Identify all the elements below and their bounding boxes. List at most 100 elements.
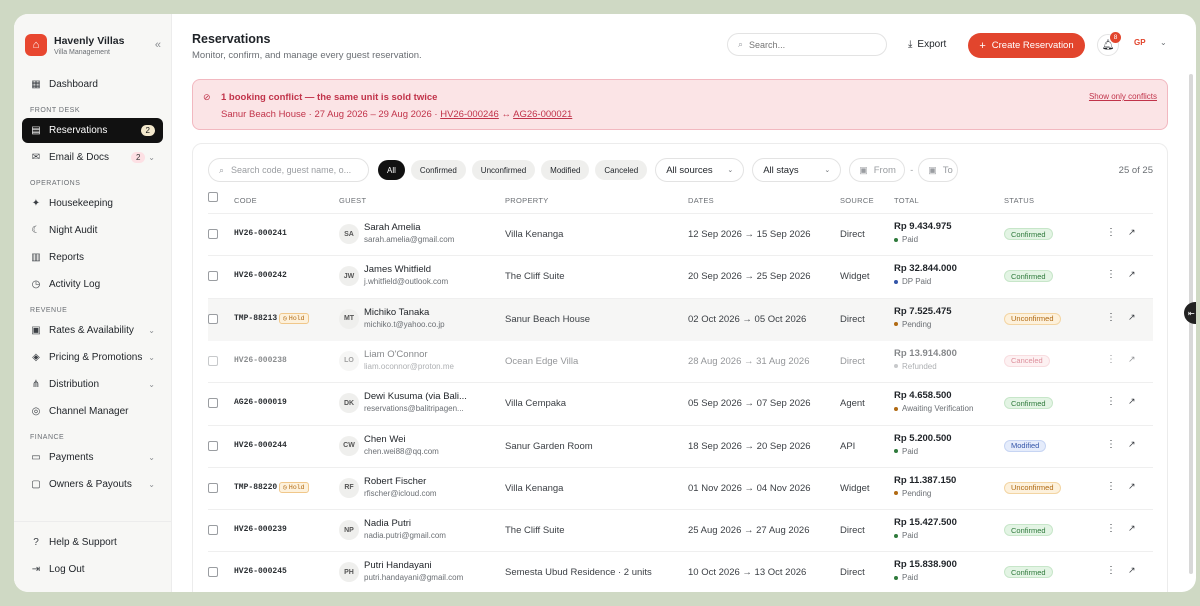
table-row[interactable]: TMP-88220 ◷ Hold RF Robert Fischer rfischer@i… [208,466,1153,509]
sidebar-item-help[interactable]: ? Help & Support [22,530,163,555]
reservation-code[interactable]: TMP-88220 [234,483,277,492]
more-actions-icon[interactable]: ⋮ [1106,312,1116,323]
more-actions-icon[interactable]: ⋮ [1106,565,1116,576]
open-external-icon[interactable]: ↗ [1128,227,1136,238]
open-external-icon[interactable]: ↗ [1128,439,1136,450]
stays-dropdown[interactable]: All stays ⌄ [752,158,842,182]
reservation-code[interactable]: HV26-000241 [234,229,287,238]
side-panel-toggle-icon[interactable]: ⇤ [1184,302,1196,324]
create-reservation-button[interactable]: + Create Reservation [968,33,1085,58]
row-checkbox[interactable] [208,313,218,324]
page-scrollbar[interactable] [1189,74,1193,574]
row-checkbox[interactable] [208,229,218,239]
table-row[interactable]: HV26-000242 JW James Whitfield j.whitfield@… [208,255,1153,297]
table-row[interactable]: HV26-000245 PH Putri Handayani putri.handay… [208,551,1153,592]
collapse-sidebar-icon[interactable]: « [155,39,161,51]
open-external-icon[interactable]: ↗ [1128,481,1136,492]
more-actions-icon[interactable]: ⋮ [1106,523,1116,534]
open-external-icon[interactable]: ↗ [1128,354,1136,365]
filter-chip-unconfirmed[interactable]: Unconfirmed [471,160,536,180]
row-checkbox[interactable] [208,271,218,282]
column-header-dates[interactable]: DATES [688,196,714,205]
row-checkbox[interactable] [208,482,218,493]
sidebar-item-night-audit[interactable]: ☾ Night Audit [22,218,163,243]
reservation-code[interactable]: AG26-000019 [234,398,287,407]
reservation-code[interactable]: HV26-000242 [234,271,287,280]
user-avatar[interactable]: GP [1134,38,1146,47]
more-actions-icon[interactable]: ⋮ [1106,354,1116,365]
row-checkbox[interactable] [208,355,218,366]
filter-chip-canceled[interactable]: Canceled [595,160,648,180]
table-row[interactable]: HV26-000239 NP Nadia Putri nadia.putri@gmai… [208,509,1153,551]
table-row[interactable]: HV26-000244 CW Chen Wei chen.wei88@qq.com Sa… [208,424,1153,467]
open-external-icon[interactable]: ↗ [1128,312,1136,323]
column-header-property[interactable]: PROPERTY [505,196,549,205]
conflict-code-link[interactable]: AG26-000021 [513,109,572,120]
more-actions-icon[interactable]: ⋮ [1106,396,1116,407]
more-actions-icon[interactable]: ⋮ [1106,269,1116,280]
sidebar-item-owners[interactable]: ▢ Owners & Payouts ⌄ [22,472,163,497]
sidebar-item-pricing[interactable]: ◈ Pricing & Promotions ⌄ [22,345,163,370]
column-header-total[interactable]: TOTAL [894,196,919,205]
reservation-code[interactable]: HV26-000244 [234,441,287,450]
column-header-status[interactable]: STATUS [1004,196,1034,205]
sidebar-item-payments[interactable]: ▭ Payments ⌄ [22,445,163,470]
payment-dot-icon [894,279,898,284]
date-from-input[interactable]: ▣ From [849,158,906,182]
select-all-checkbox[interactable] [208,192,218,202]
sidebar-item-rates[interactable]: ▣ Rates & Availability ⌄ [22,318,163,343]
more-actions-icon[interactable]: ⋮ [1106,481,1116,492]
sidebar-item-channel-manager[interactable]: ◎ Channel Manager [22,399,163,424]
sources-dropdown[interactable]: All sources ⌄ [655,158,745,182]
filter-chip-modified[interactable]: Modified [541,160,590,180]
column-header-code[interactable]: CODE [234,196,257,205]
reservation-code[interactable]: HV26-000238 [234,356,287,365]
sidebar-item-reservations[interactable]: ▤ Reservations 2 [22,118,163,143]
column-header-source[interactable]: SOURCE [840,196,874,205]
tag-icon: ◈ [32,352,40,363]
export-button[interactable]: ⤓ Export [908,33,946,56]
sidebar-item-email-docs[interactable]: ✉ Email & Docs 2 ⌄ [22,145,163,170]
row-checkbox[interactable] [208,525,218,536]
clock-icon: ◷ [283,484,287,492]
reservation-code[interactable]: TMP-88213 [234,314,277,323]
date-to-input[interactable]: ▣ To [918,158,959,182]
status-badge: Confirmed [1004,566,1053,579]
row-checkbox[interactable] [208,398,218,409]
table-row[interactable]: AG26-000019 DK Dewi Kusuma (via Bali... res… [208,382,1153,424]
reservation-code[interactable]: HV26-000239 [234,525,287,534]
sidebar-item-label: Rates & Availability [49,325,134,336]
reservation-code[interactable]: HV26-000245 [234,567,287,576]
sidebar-item-distribution[interactable]: ⋔ Distribution ⌄ [22,372,163,397]
open-external-icon[interactable]: ↗ [1128,565,1136,576]
reservations-table-card: ⌕ Search code, guest name, o... All Confi… [192,143,1168,592]
column-header-guest[interactable]: GUEST [339,196,366,205]
row-checkbox[interactable] [208,567,218,578]
global-search-input[interactable] [749,39,870,50]
table-row[interactable]: TMP-88213 ◷ Hold MT Michiko Tanaka michiko.t@… [208,297,1153,340]
sidebar-footer: ? Help & Support ⇥ Log Out [14,521,171,584]
table-row[interactable]: HV26-000241 SA Sarah Amelia sarah.amelia@gm… [208,213,1153,255]
sidebar-item-housekeeping[interactable]: ✦ Housekeeping [22,191,163,216]
chevron-down-icon: ⌄ [148,353,155,362]
guest-name: Robert Fischer [364,475,427,487]
row-checkbox[interactable] [208,440,218,451]
filter-chip-confirmed[interactable]: Confirmed [410,160,466,180]
show-only-conflicts-link[interactable]: Show only conflicts [1089,92,1157,101]
table-row[interactable]: HV26-000238 LO Liam O'Connor liam.oconnor@p… [208,339,1153,382]
sidebar-item-reports[interactable]: ▥ Reports [22,245,163,270]
filter-chip-all[interactable]: All [378,160,405,180]
calendar-icon: ▣ [31,325,41,336]
more-actions-icon[interactable]: ⋮ [1106,439,1116,450]
sidebar-item-activity-log[interactable]: ◷ Activity Log [22,272,163,297]
chevron-down-icon[interactable]: ⌄ [1160,38,1167,47]
open-external-icon[interactable]: ↗ [1128,396,1136,407]
open-external-icon[interactable]: ↗ [1128,269,1136,280]
sidebar-item-dashboard[interactable]: ▦ Dashboard [22,72,163,97]
sidebar-item-logout[interactable]: ⇥ Log Out [22,557,163,582]
table-search-input[interactable]: ⌕ Search code, guest name, o... [208,158,369,182]
global-search[interactable]: ⌕ [727,33,887,56]
more-actions-icon[interactable]: ⋮ [1106,227,1116,238]
open-external-icon[interactable]: ↗ [1128,523,1136,534]
conflict-code-link[interactable]: HV26-000246 [440,109,499,120]
